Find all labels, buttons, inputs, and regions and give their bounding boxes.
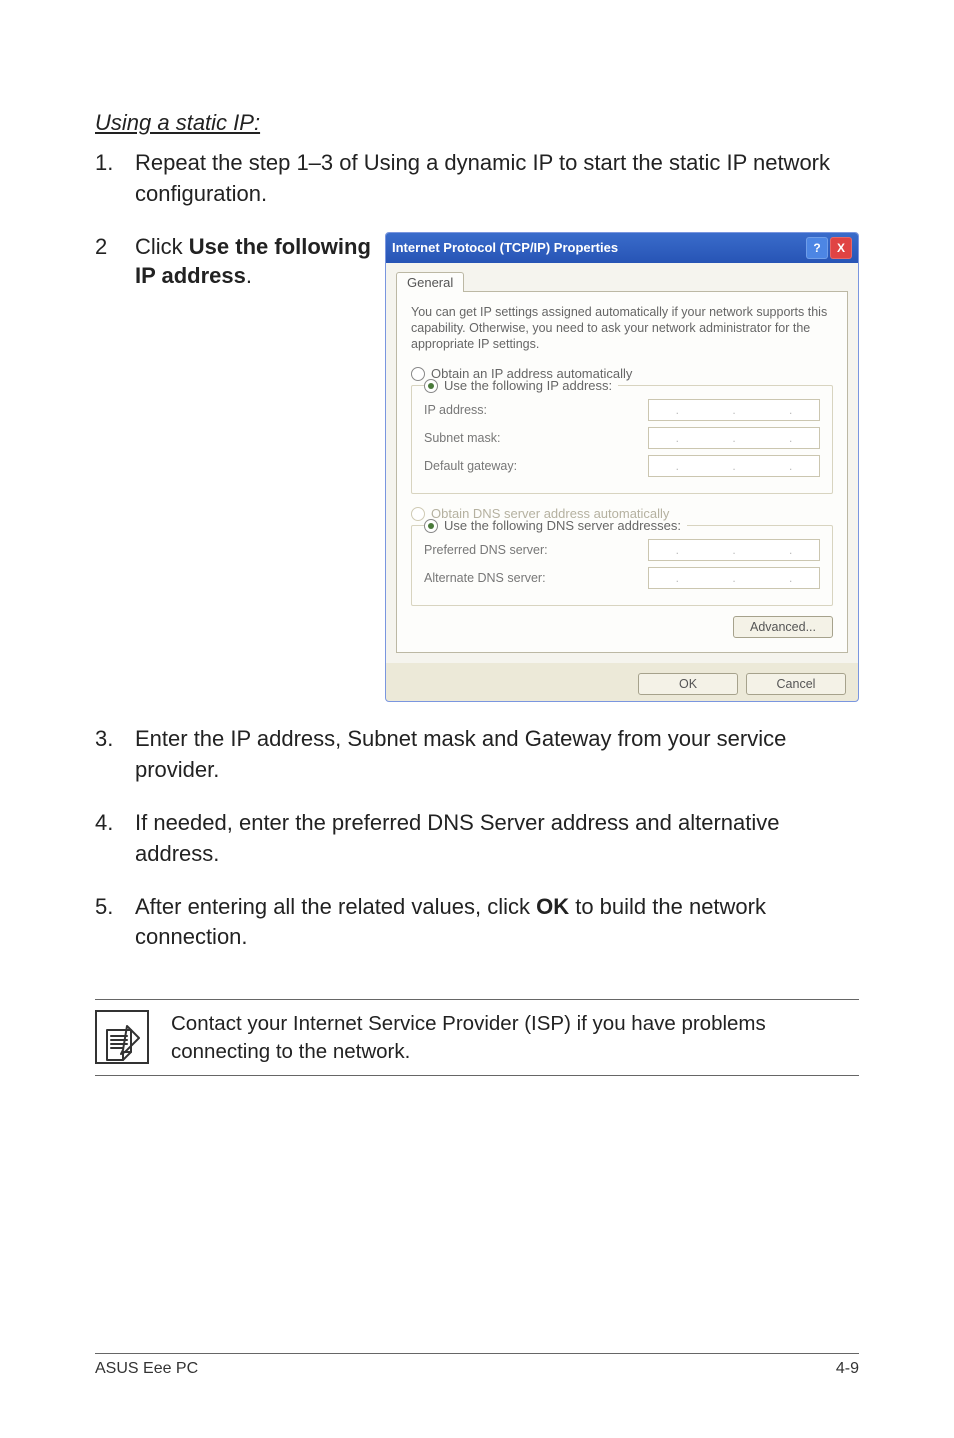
section-heading: Using a static IP: (95, 110, 859, 136)
radio-use-ip-label: Use the following IP address: (444, 378, 612, 393)
step-3: 3. Enter the IP address, Subnet mask and… (95, 724, 859, 786)
step-4: 4. If needed, enter the preferred DNS Se… (95, 808, 859, 870)
note-text: Contact your Internet Service Provider (… (171, 1010, 859, 1065)
step-5-bold: OK (536, 894, 569, 919)
step-5-prefix: After entering all the related values, c… (135, 894, 536, 919)
step-5: 5. After entering all the related values… (95, 892, 859, 954)
ok-button[interactable]: OK (638, 673, 738, 695)
radio-icon (411, 507, 425, 521)
dialog-description: You can get IP settings assigned automat… (411, 304, 833, 353)
step-2-prefix: Click (135, 234, 189, 259)
close-icon[interactable]: X (830, 237, 852, 259)
radio-icon (424, 519, 438, 533)
notepad-icon (95, 1010, 149, 1064)
help-icon[interactable]: ? (806, 237, 828, 259)
footer-right: 4-9 (836, 1360, 859, 1378)
step-3-num: 3. (95, 724, 135, 786)
step-1: 1. Repeat the step 1–3 of Using a dynami… (95, 148, 859, 210)
step-4-text: If needed, enter the preferred DNS Serve… (135, 808, 859, 870)
ip-group: Use the following IP address: IP address… (411, 385, 833, 494)
step-2-text: Click Use the following IP address. (135, 232, 385, 291)
radio-use-dns-label: Use the following DNS server addresses: (444, 518, 681, 533)
radio-icon (424, 379, 438, 393)
footer-left: ASUS Eee PC (95, 1360, 198, 1378)
input-pref-dns[interactable]: ... (648, 539, 820, 561)
label-gateway: Default gateway: (424, 459, 517, 473)
tcpip-dialog: Internet Protocol (TCP/IP) Properties ? … (385, 232, 859, 703)
step-3-text: Enter the IP address, Subnet mask and Ga… (135, 724, 859, 786)
step-4-num: 4. (95, 808, 135, 870)
step-2-suffix: . (246, 263, 252, 288)
note-callout: Contact your Internet Service Provider (… (95, 999, 859, 1076)
page-footer: ASUS Eee PC 4-9 (95, 1353, 859, 1378)
advanced-button[interactable]: Advanced... (733, 616, 833, 638)
label-ip: IP address: (424, 403, 487, 417)
step-5-text: After entering all the related values, c… (135, 892, 859, 954)
step-5-num: 5. (95, 892, 135, 954)
step-1-text: Repeat the step 1–3 of Using a dynamic I… (135, 148, 859, 210)
input-gateway[interactable]: ... (648, 455, 820, 477)
input-ip[interactable]: ... (648, 399, 820, 421)
radio-use-ip[interactable]: Use the following IP address: (424, 378, 618, 393)
tab-panel: You can get IP settings assigned automat… (396, 291, 848, 654)
cancel-button[interactable]: Cancel (746, 673, 846, 695)
label-subnet: Subnet mask: (424, 431, 500, 445)
radio-use-dns[interactable]: Use the following DNS server addresses: (424, 518, 687, 533)
step-2-row: 2 Click Use the following IP address. In… (95, 232, 859, 703)
dialog-titlebar: Internet Protocol (TCP/IP) Properties ? … (386, 233, 858, 263)
label-alt-dns: Alternate DNS server: (424, 571, 546, 585)
dns-group: Use the following DNS server addresses: … (411, 525, 833, 606)
tab-general[interactable]: General (396, 272, 464, 292)
input-alt-dns[interactable]: ... (648, 567, 820, 589)
input-subnet[interactable]: ... (648, 427, 820, 449)
step-1-num: 1. (95, 148, 135, 210)
label-pref-dns: Preferred DNS server: (424, 543, 548, 557)
step-2-num: 2 (95, 232, 135, 291)
radio-icon (411, 367, 425, 381)
dialog-title: Internet Protocol (TCP/IP) Properties (392, 240, 618, 255)
